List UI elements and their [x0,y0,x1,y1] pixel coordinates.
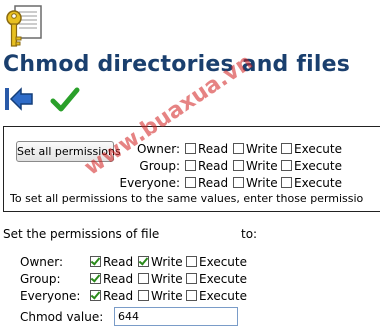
group-execute-label: Execute [199,272,247,286]
bulk-everyone-label: Everyone: [119,176,180,190]
everyone-write-label: Write [151,289,183,303]
bulk-group-read-checkbox[interactable] [185,160,196,171]
owner-write-checkbox[interactable] [138,256,149,267]
group-execute-checkbox[interactable] [186,273,197,284]
chmod-value-input[interactable] [114,307,238,326]
bulk-everyone-read-label: Read [198,176,229,190]
owner-execute-checkbox[interactable] [186,256,197,267]
bulk-everyone-read-checkbox[interactable] [185,177,196,188]
owner-label: Owner: [20,255,64,269]
bulk-group-execute-checkbox[interactable] [281,160,292,171]
bulk-owner-read-checkbox[interactable] [185,143,196,154]
bulk-group-label: Group: [139,159,180,173]
owner-write-label: Write [151,255,183,269]
owner-read-label: Read [103,255,134,269]
everyone-write-checkbox[interactable] [138,290,149,301]
bulk-owner-execute-label: Execute [294,142,342,156]
owner-read-checkbox[interactable] [90,256,101,267]
bulk-everyone-execute-label: Execute [294,176,342,190]
chmod-value-label: Chmod value: [20,310,104,324]
bulk-everyone-write-label: Write [246,176,278,190]
back-button[interactable] [4,86,34,112]
everyone-execute-checkbox[interactable] [186,290,197,301]
bulk-owner-execute-checkbox[interactable] [281,143,292,154]
bulk-owner-read-label: Read [198,142,229,156]
group-write-label: Write [151,272,183,286]
everyone-read-checkbox[interactable] [90,290,101,301]
bulk-owner-label: Owner: [136,142,180,156]
group-read-checkbox[interactable] [90,273,101,284]
owner-execute-label: Execute [199,255,247,269]
set-permissions-text: Set the permissions of file [3,227,160,241]
bulk-hint-text: To set all permissions to the same value… [10,192,364,205]
group-read-label: Read [103,272,134,286]
everyone-read-label: Read [103,289,134,303]
group-label: Group: [20,272,61,286]
set-permissions-to-text: to: [241,227,258,241]
bulk-group-execute-label: Execute [294,159,342,173]
back-arrow-icon [5,87,33,111]
file-key-icon [2,2,46,52]
everyone-label: Everyone: [20,289,81,303]
bulk-group-write-checkbox[interactable] [233,160,244,171]
set-all-permissions-button[interactable]: Set all permissions [16,141,121,162]
bulk-everyone-execute-checkbox[interactable] [281,177,292,188]
confirm-button[interactable] [50,86,80,114]
checkmark-icon [50,87,80,112]
bulk-group-write-label: Write [246,159,278,173]
everyone-execute-label: Execute [199,289,247,303]
bulk-owner-write-label: Write [246,142,278,156]
page-title: Chmod directories and files [3,52,351,77]
bulk-group-read-label: Read [198,159,229,173]
group-write-checkbox[interactable] [138,273,149,284]
bulk-owner-write-checkbox[interactable] [233,143,244,154]
bulk-everyone-write-checkbox[interactable] [233,177,244,188]
